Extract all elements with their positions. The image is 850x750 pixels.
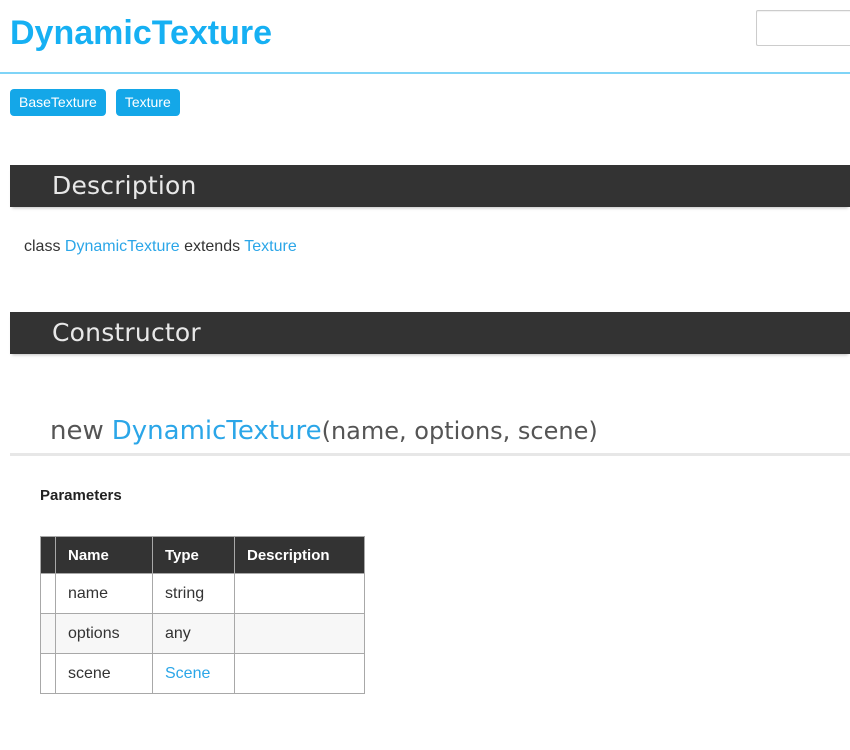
constructor-name-link[interactable]: DynamicTexture	[104, 416, 322, 446]
parent-class-link[interactable]: Texture	[244, 238, 296, 255]
parameters-table-head: Name Type Description	[41, 537, 365, 574]
section-header-constructor: Constructor	[10, 312, 850, 354]
extends-keyword: extends	[184, 238, 240, 255]
cell-param-name: name	[56, 574, 153, 614]
section-title-description: Description	[52, 171, 197, 201]
cell-param-name: options	[56, 614, 153, 654]
table-row: name string	[41, 574, 365, 614]
cell-param-type: Scene	[153, 654, 235, 694]
constructor-divider	[10, 453, 850, 456]
page-title: DynamicTexture	[10, 12, 272, 54]
parameters-table: Name Type Description name string option…	[40, 536, 365, 694]
cell-param-description	[235, 614, 365, 654]
cell-param-name: scene	[56, 654, 153, 694]
section-title-constructor: Constructor	[52, 318, 201, 348]
column-header-description: Description	[235, 537, 365, 574]
parameters-heading: Parameters	[40, 486, 122, 506]
column-header-flag	[41, 537, 56, 574]
cell-flag	[41, 654, 56, 694]
header-divider	[0, 72, 850, 74]
constructor-new-keyword: new	[50, 416, 104, 446]
search-input[interactable]	[756, 10, 850, 46]
constructor-signature: newDynamicTexture(name, options, scene)	[50, 414, 598, 448]
class-declaration: class DynamicTexture extends Texture	[24, 236, 297, 258]
class-name-link[interactable]: DynamicTexture	[65, 238, 180, 255]
cell-flag	[41, 574, 56, 614]
cell-param-type: string	[153, 574, 235, 614]
tag-texture[interactable]: Texture	[116, 89, 180, 116]
tag-base-texture[interactable]: BaseTexture	[10, 89, 106, 116]
page-header: DynamicTexture	[0, 0, 850, 72]
parameters-table-body: name string options any scene Scene	[41, 574, 365, 694]
constructor-arguments: (name, options, scene)	[322, 417, 598, 445]
class-keyword: class	[24, 238, 60, 255]
column-header-name: Name	[56, 537, 153, 574]
cell-flag	[41, 614, 56, 654]
table-row: scene Scene	[41, 654, 365, 694]
cell-param-description	[235, 654, 365, 694]
cell-param-type: any	[153, 614, 235, 654]
param-type-link[interactable]: Scene	[165, 665, 210, 682]
column-header-type: Type	[153, 537, 235, 574]
cell-param-description	[235, 574, 365, 614]
table-row: options any	[41, 614, 365, 654]
tag-list: BaseTexture Texture	[10, 89, 180, 116]
section-header-description: Description	[10, 165, 850, 207]
table-header-row: Name Type Description	[41, 537, 365, 574]
